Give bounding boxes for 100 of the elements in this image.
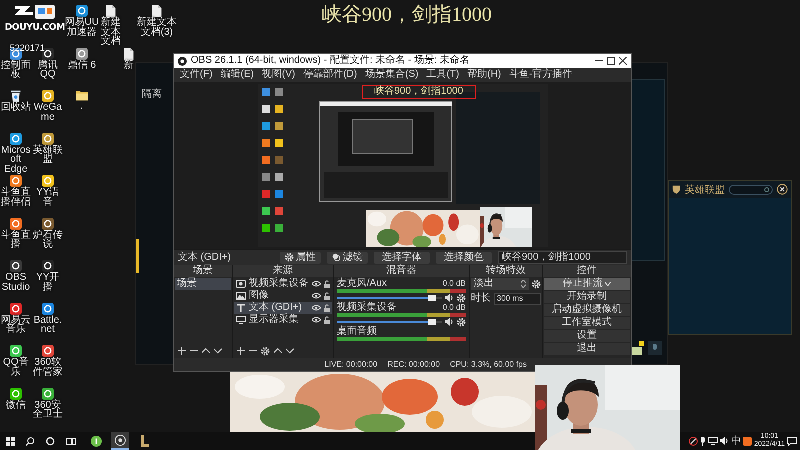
add-icon[interactable] — [237, 347, 245, 355]
trash-icon[interactable] — [11, 90, 21, 102]
app-icon[interactable] — [10, 132, 22, 144]
control-button[interactable]: 设置 — [544, 330, 630, 342]
menu-item[interactable]: 工具(T) — [422, 69, 464, 81]
app-icon[interactable] — [42, 260, 54, 272]
emblem-icon[interactable] — [140, 435, 148, 447]
text-icon — [236, 304, 246, 312]
transition-dropdown[interactable]: 淡出 — [471, 278, 529, 290]
app-icon[interactable] — [90, 436, 102, 446]
icon-label: 微信 — [5, 400, 27, 410]
notification-icon[interactable] — [787, 436, 797, 446]
up-icon[interactable] — [202, 347, 210, 355]
mic-icon[interactable] — [700, 436, 706, 446]
task-view-icon[interactable] — [66, 436, 76, 446]
source-item[interactable]: 视频采集设备 — [234, 278, 332, 290]
control-button[interactable]: 启动虚拟摄像机 — [544, 304, 630, 316]
eye-icon[interactable] — [312, 293, 321, 299]
app-icon[interactable] — [10, 302, 22, 314]
app-icon[interactable] — [76, 5, 88, 17]
aperture-icon[interactable] — [114, 434, 126, 446]
close-icon[interactable] — [777, 184, 788, 195]
source-item[interactable]: 显示器采集 — [234, 314, 332, 326]
source-item[interactable]: 图像 — [234, 290, 332, 302]
speaker-icon[interactable] — [445, 318, 454, 326]
record-icon[interactable] — [689, 436, 698, 446]
scene-item[interactable]: 场景 — [175, 278, 231, 290]
app-icon[interactable] — [10, 388, 22, 400]
folder-icon[interactable] — [76, 90, 88, 101]
app-icon[interactable] — [10, 345, 22, 357]
search-field[interactable] — [729, 184, 773, 194]
app-icon[interactable] — [10, 218, 22, 230]
lock-icon[interactable] — [324, 316, 330, 324]
menu-item[interactable]: 斗鱼-官方插件 — [505, 69, 577, 81]
control-button[interactable]: 开始录制 — [544, 291, 630, 303]
menu-item[interactable]: 编辑(E) — [216, 69, 258, 81]
dock-title: 控件 — [543, 265, 631, 277]
icon-label: YY语音 — [35, 188, 61, 207]
file-icon[interactable] — [152, 5, 162, 17]
preview-headline[interactable]: 峡谷900，剑指1000 — [362, 85, 476, 99]
icon-label: 网易云音乐 — [0, 316, 32, 334]
file-icon[interactable] — [124, 48, 134, 60]
icon-label: 新建文本文档(3) — [136, 18, 178, 37]
down-icon[interactable] — [286, 347, 294, 355]
eye-icon[interactable] — [312, 281, 321, 287]
menu-item[interactable]: 停靠部件(D) — [299, 69, 362, 81]
menu-item[interactable]: 视图(V) — [258, 69, 300, 81]
start-icon[interactable] — [6, 436, 15, 446]
eye-icon[interactable] — [312, 305, 321, 311]
status-text: REC: 00:00:00 — [388, 358, 440, 370]
app-icon[interactable] — [42, 388, 54, 400]
app-icon[interactable] — [743, 436, 752, 446]
control-button[interactable]: 停止推流 — [544, 278, 630, 290]
filters-button[interactable]: 滤镜 — [327, 252, 368, 264]
chat-icon[interactable] — [632, 341, 644, 357]
search-icon[interactable] — [26, 436, 35, 446]
app-icon[interactable] — [10, 260, 22, 272]
spinner-icon — [521, 280, 526, 288]
app-icon[interactable] — [42, 302, 54, 314]
toolbar-button[interactable]: 选择字体 — [374, 252, 430, 264]
source-item[interactable]: 文本 (GDI+) — [234, 302, 332, 314]
duration-field[interactable]: 300 ms — [494, 293, 541, 305]
app-icon[interactable] — [10, 175, 22, 187]
menu-item[interactable]: 文件(F) — [176, 69, 217, 81]
app-icon[interactable] — [42, 218, 54, 230]
lock-icon[interactable] — [324, 280, 330, 288]
volume-slider[interactable] — [337, 319, 442, 325]
menu-item[interactable]: 场景集合(S) — [361, 69, 423, 81]
app-icon[interactable] — [42, 345, 54, 357]
speaker-icon[interactable] — [720, 437, 730, 445]
menu-item[interactable]: 帮助(H) — [463, 69, 506, 81]
app-icon[interactable] — [42, 90, 54, 102]
gear-icon[interactable] — [457, 318, 466, 326]
eye-icon[interactable] — [312, 317, 321, 323]
gear-icon[interactable] — [457, 294, 466, 302]
icon-label: 鼎信 6 — [66, 60, 98, 70]
text-field[interactable]: 峡谷900，剑指1000 — [498, 251, 627, 264]
add-icon[interactable] — [178, 347, 186, 355]
down-icon[interactable] — [214, 347, 222, 355]
monitor-icon[interactable] — [708, 437, 718, 445]
lock-icon[interactable] — [324, 292, 330, 300]
gear-icon[interactable] — [261, 346, 270, 356]
control-button[interactable]: 工作室模式 — [544, 317, 630, 329]
gear-icon[interactable] — [532, 280, 541, 288]
app-icon[interactable] — [42, 175, 54, 187]
close-icon[interactable] — [619, 57, 627, 65]
properties-button[interactable]: 属性 — [280, 252, 321, 264]
control-button[interactable]: 退出 — [544, 343, 630, 355]
maximize-icon[interactable] — [607, 57, 615, 65]
lock-icon[interactable] — [324, 304, 330, 312]
input-method[interactable]: 中 — [731, 434, 742, 448]
volume-slider[interactable] — [337, 295, 442, 301]
file-icon[interactable] — [106, 5, 116, 17]
icon-label: QQ音乐 — [2, 358, 30, 377]
ring-icon[interactable] — [46, 436, 55, 446]
speaker-icon[interactable] — [445, 294, 454, 302]
toolbar-button[interactable]: 选择颜色 — [436, 252, 492, 264]
app-icon[interactable] — [42, 132, 54, 144]
up-icon[interactable] — [274, 347, 282, 355]
app-icon[interactable] — [76, 48, 88, 60]
